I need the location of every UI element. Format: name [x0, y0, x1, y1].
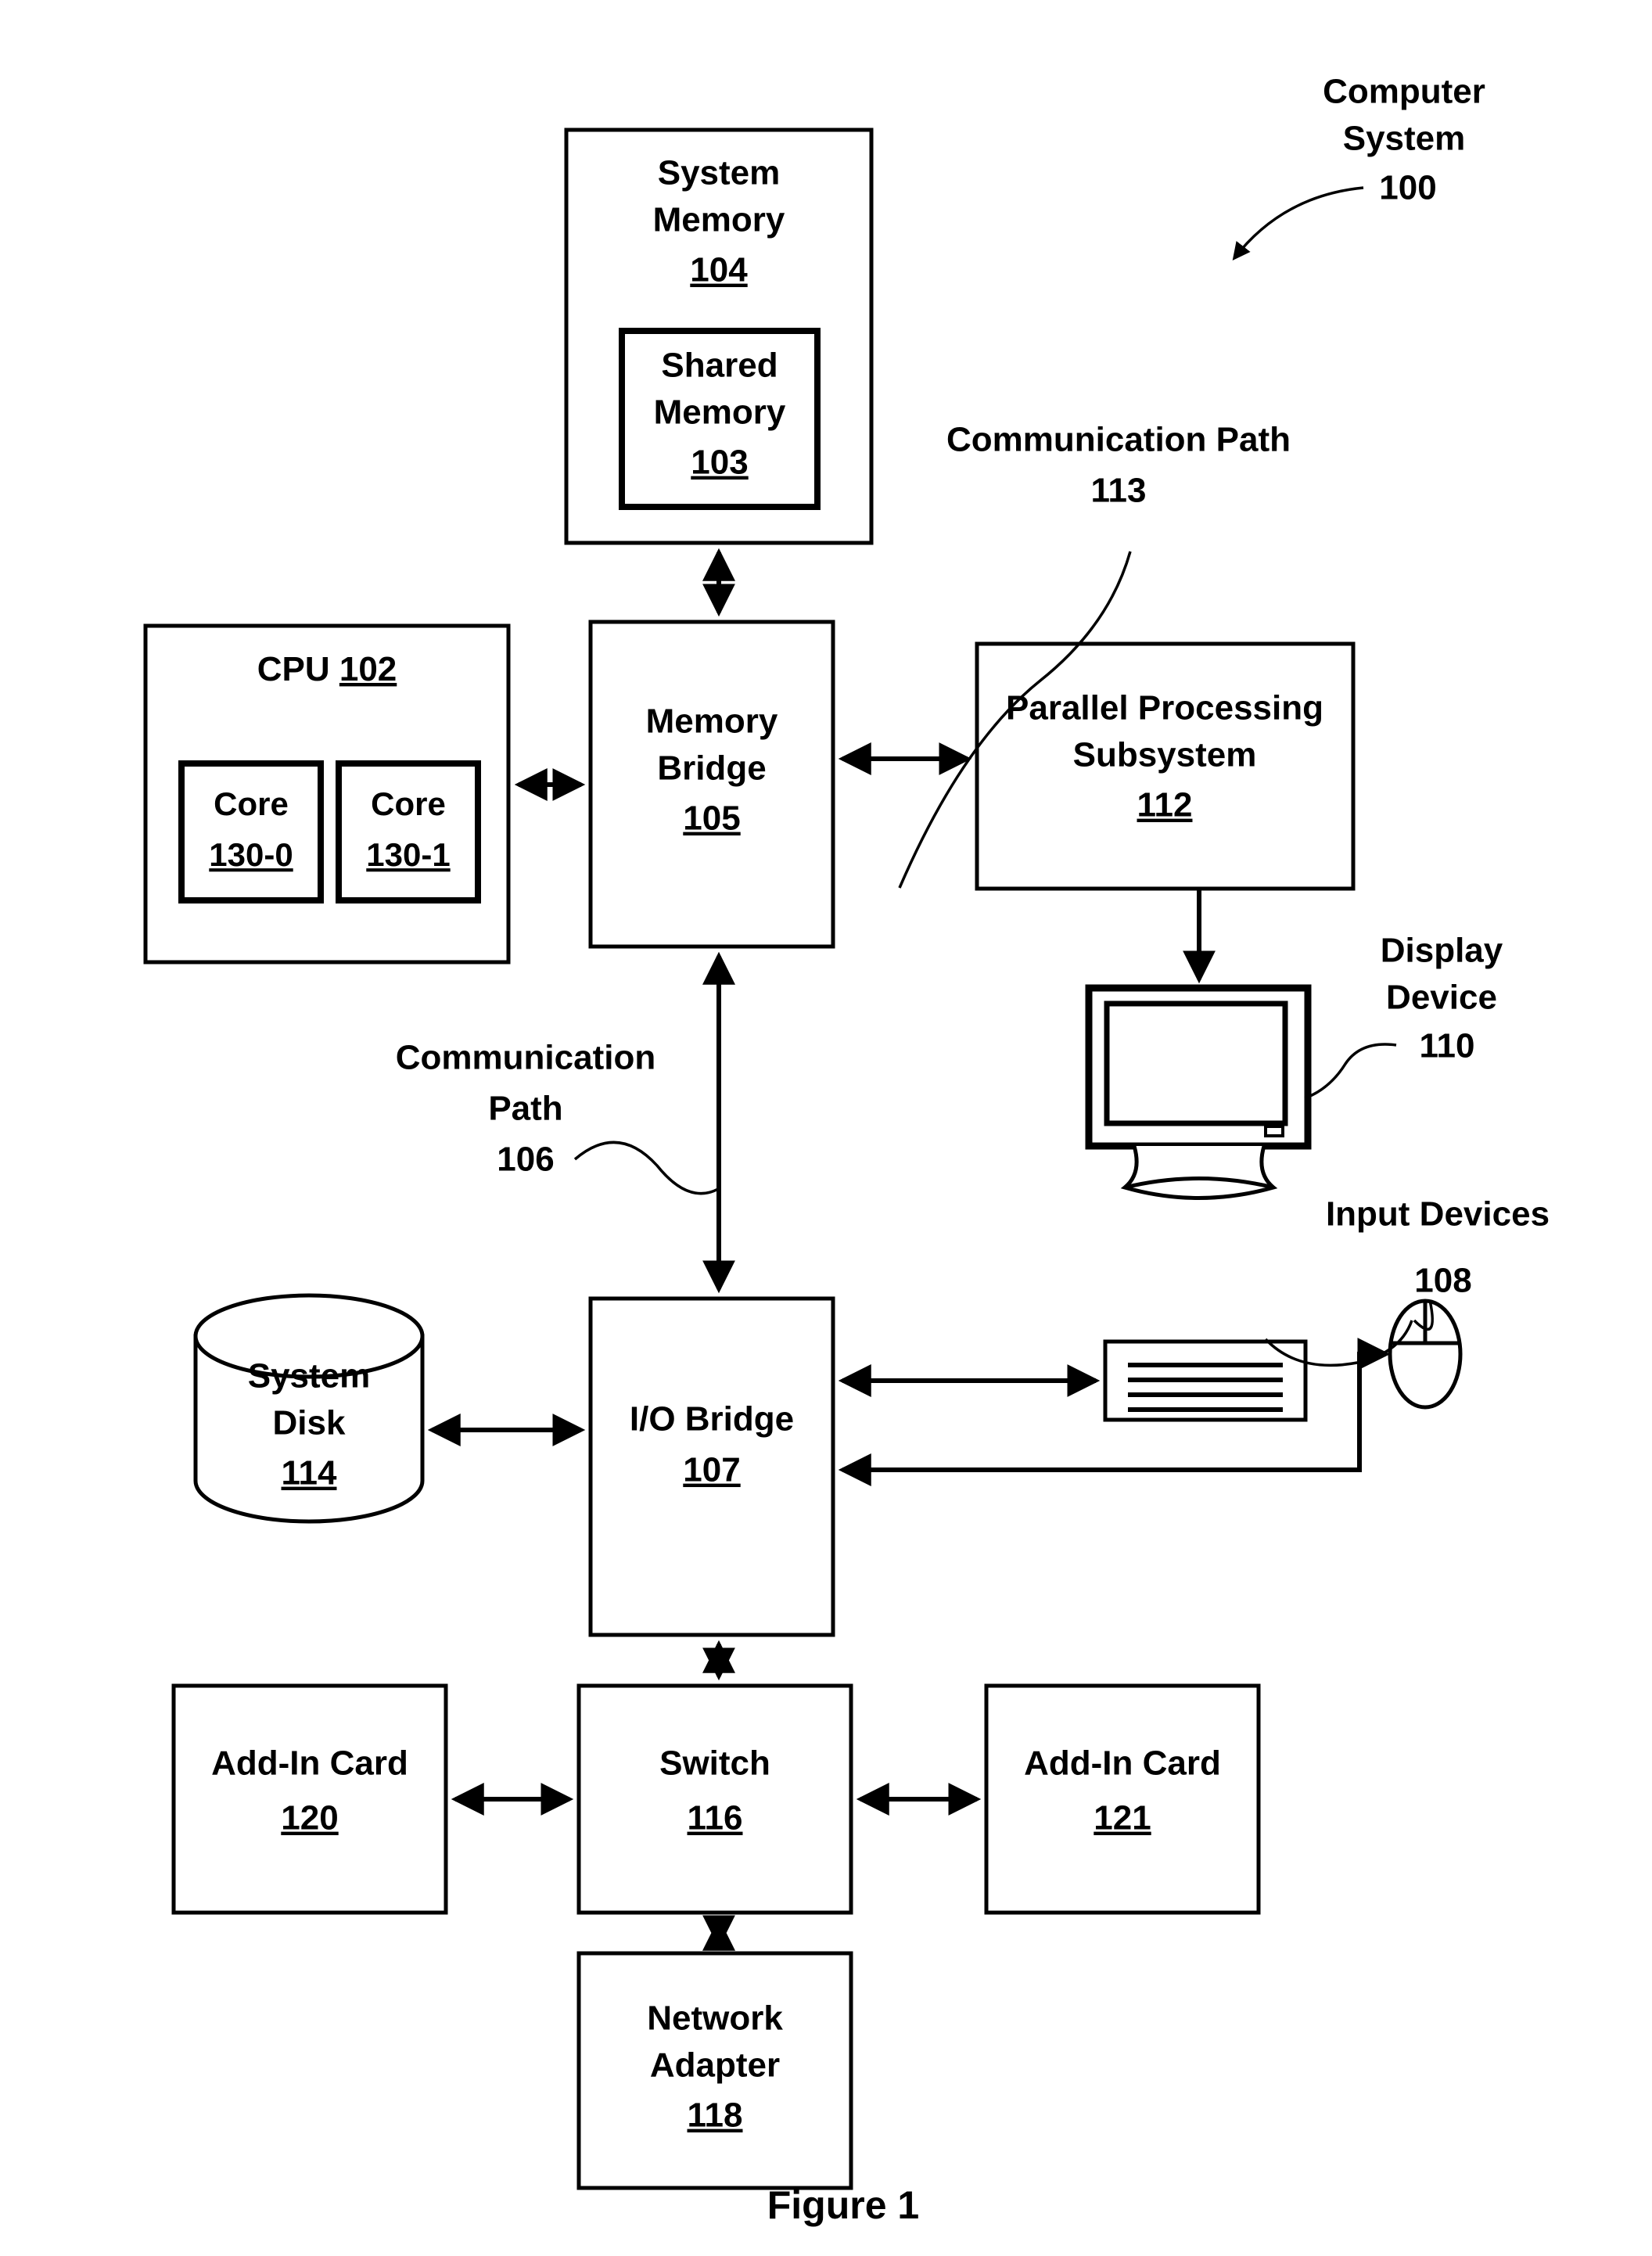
figure-canvas: System Memory 104 Shared Memory 103 CPU … — [0, 0, 1652, 2256]
add-in-card-120-block[interactable]: Add-In Card 120 — [171, 1683, 448, 1915]
add-in-card-121-block[interactable]: Add-In Card 121 — [984, 1683, 1261, 1915]
core-1-ref: 130-1 — [366, 836, 450, 873]
communication-path-106-label-line1: Communication — [396, 1039, 655, 1077]
pps-label-line2: Subsystem — [1073, 736, 1257, 774]
computer-system-annotation: Computer System 100 — [1232, 73, 1485, 260]
monitor-screen — [1104, 1000, 1288, 1126]
pps-label-line1: Parallel Processing — [1006, 689, 1323, 727]
display-device-icon[interactable] — [1085, 984, 1312, 1200]
display-device-leader — [1304, 1043, 1397, 1100]
core-0-label: Core — [214, 785, 289, 822]
io-bridge-block[interactable]: I/O Bridge 107 — [588, 1296, 835, 1637]
display-device-label-line2: Device — [1386, 979, 1497, 1017]
io-bridge-ref: 107 — [683, 1451, 740, 1489]
display-device-label-line1: Display — [1381, 932, 1503, 970]
display-device-annotation: Display Device 110 — [1304, 932, 1503, 1100]
communication-path-113-ref: 113 — [1091, 472, 1147, 510]
shared-memory-label-line2: Memory — [654, 393, 786, 432]
add-in-card-120-ref: 120 — [281, 1799, 338, 1837]
core-1-box[interactable] — [336, 760, 481, 903]
system-memory-label-line1: System — [658, 154, 781, 192]
add-in-card-121-ref: 121 — [1094, 1799, 1151, 1837]
switch-ref: 116 — [688, 1799, 743, 1837]
mouse-icon[interactable] — [1388, 1299, 1463, 1410]
shared-memory-label-line1: Shared — [661, 347, 778, 385]
communication-path-106-annotation: Communication Path 106 — [396, 1039, 719, 1195]
computer-system-leader-arrow — [1232, 186, 1364, 260]
network-adapter-ref: 118 — [688, 2096, 743, 2135]
network-adapter-block[interactable]: Network Adapter 118 — [576, 1951, 853, 2190]
memory-bridge-block[interactable]: Memory Bridge 105 — [588, 620, 835, 949]
communication-path-106-label-line2: Path — [488, 1090, 562, 1128]
computer-system-label-line2: System — [1343, 120, 1466, 158]
pps-ref: 112 — [1137, 786, 1193, 824]
communication-path-106-leader — [573, 1141, 719, 1195]
system-disk-label-line1: System — [248, 1357, 371, 1396]
switch-label: Switch — [659, 1744, 770, 1783]
system-memory-block[interactable]: System Memory 104 Shared Memory 103 — [564, 128, 874, 545]
input-devices-ref: 108 — [1414, 1262, 1471, 1300]
switch-block[interactable]: Switch 116 — [576, 1683, 853, 1915]
network-adapter-label-line1: Network — [647, 1999, 783, 2038]
cpu-block[interactable]: CPU 102 Core 130-0 Core 130-1 — [143, 623, 511, 965]
computer-system-ref: 100 — [1379, 169, 1436, 207]
monitor-power-led-icon — [1264, 1125, 1284, 1137]
cpu-ref: 102 — [339, 650, 397, 688]
add-in-card-121-label: Add-In Card — [1024, 1744, 1221, 1783]
add-in-card-120-label: Add-In Card — [211, 1744, 408, 1783]
system-disk-ref: 114 — [282, 1454, 338, 1493]
cpu-label: CPU — [257, 650, 330, 688]
core-1-block[interactable]: Core 130-1 — [336, 760, 481, 903]
io-bridge-label: I/O Bridge — [630, 1400, 794, 1439]
system-disk-block[interactable]: System Disk 114 — [193, 1293, 425, 1524]
system-memory-label-line2: Memory — [653, 201, 785, 239]
core-1-label: Core — [371, 785, 446, 822]
memory-bridge-label-line1: Memory — [646, 702, 778, 741]
computer-system-label-line1: Computer — [1323, 73, 1485, 111]
system-disk-label-line2: Disk — [273, 1404, 346, 1442]
display-device-ref: 110 — [1420, 1027, 1475, 1065]
core-0-ref: 130-0 — [209, 836, 293, 873]
memory-bridge-label-line2: Bridge — [657, 749, 766, 788]
core-0-block[interactable]: Core 130-0 — [178, 760, 324, 903]
parallel-processing-subsystem-block[interactable]: Parallel Processing Subsystem 112 — [975, 641, 1356, 891]
communication-path-106-ref: 106 — [497, 1141, 554, 1179]
keyboard-icon[interactable] — [1103, 1339, 1308, 1422]
network-adapter-label-line2: Adapter — [650, 2046, 780, 2085]
computer-system-block-diagram: System Memory 104 Shared Memory 103 CPU … — [143, 73, 1550, 2227]
monitor-stand — [1120, 1145, 1278, 1200]
cpu-title: CPU 102 — [257, 650, 397, 688]
communication-path-113-label: Communication Path — [946, 421, 1291, 459]
memory-bridge-ref: 105 — [683, 799, 740, 838]
figure-caption: Figure 1 — [767, 2183, 919, 2227]
shared-memory-block[interactable]: Shared Memory 103 — [619, 328, 821, 510]
shared-memory-ref: 103 — [691, 444, 748, 482]
input-devices-label: Input Devices — [1326, 1195, 1550, 1234]
core-0-box[interactable] — [178, 760, 324, 903]
system-memory-ref: 104 — [690, 251, 748, 289]
